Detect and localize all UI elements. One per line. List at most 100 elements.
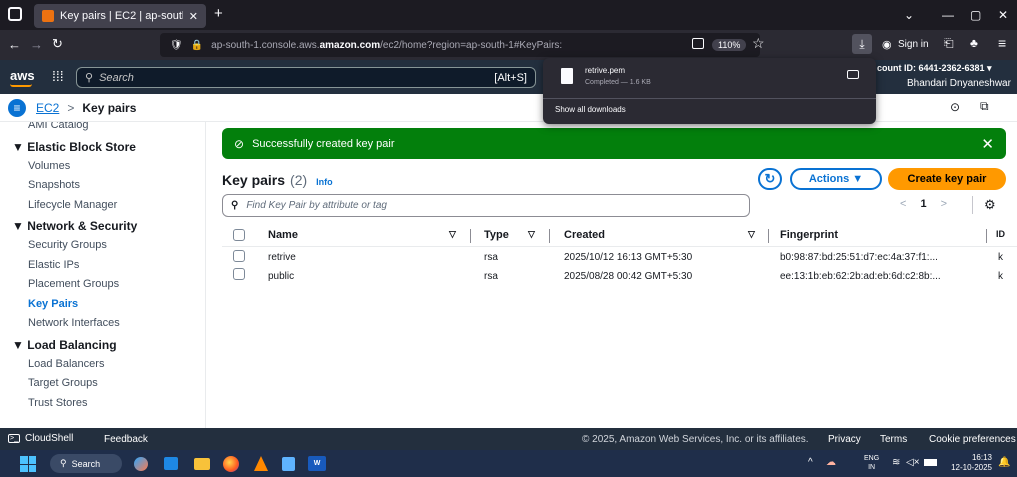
taskbar-search[interactable]: ⚲ Search	[50, 454, 122, 473]
row-checkbox[interactable]	[233, 250, 245, 262]
word-icon[interactable]: W	[308, 456, 326, 471]
column-divider[interactable]	[986, 229, 987, 243]
sidebar-item-ami-catalog[interactable]: AMI Catalog	[0, 122, 205, 136]
cookie-preferences-link[interactable]: Cookie preferences	[929, 434, 1016, 445]
column-header-fingerprint[interactable]: Fingerprint	[780, 229, 838, 241]
select-all-checkbox[interactable]	[233, 229, 245, 241]
user-name[interactable]: Bhandari Dnyaneshwar	[907, 78, 1011, 89]
breadcrumb-ec2-link[interactable]: EC2	[36, 101, 59, 115]
battery-icon[interactable]	[924, 459, 937, 466]
show-all-downloads-link[interactable]: Show all downloads	[555, 105, 626, 114]
close-window-icon[interactable]: ✕	[998, 8, 1008, 22]
refresh-button[interactable]: ↻	[758, 168, 782, 190]
key-pair-id: k	[998, 252, 1003, 263]
sidebar-item-key-pairs[interactable]: Key Pairs	[0, 295, 205, 315]
sidebar-item-network-interfaces[interactable]: Network Interfaces	[0, 314, 205, 334]
column-divider[interactable]	[470, 229, 471, 243]
privacy-link[interactable]: Privacy	[828, 434, 861, 445]
zoom-level[interactable]: 110%	[712, 39, 747, 51]
extensions-icon[interactable]: ⎗	[944, 36, 954, 51]
sort-created-icon[interactable]: ▽	[748, 229, 755, 240]
windows-start-icon[interactable]	[20, 456, 36, 472]
volume-icon[interactable]: ◁×	[906, 457, 920, 468]
find-key-pair-input[interactable]: ⚲ Find Key Pair by attribute or tag	[222, 194, 750, 217]
notifications-icon[interactable]: ⊙	[950, 100, 960, 114]
downloads-icon[interactable]: ⤓	[852, 34, 872, 54]
row-checkbox[interactable]	[233, 268, 245, 280]
sidebar-section-title[interactable]: ▼ Network & Security	[0, 215, 205, 236]
language-indicator[interactable]: ENG IN	[864, 454, 879, 472]
wifi-icon[interactable]: ≋	[892, 457, 900, 468]
maximize-window-icon[interactable]: ▢	[970, 8, 981, 22]
browser-tab-active[interactable]: Key pairs | EC2 | ap-south-1 ✕	[34, 4, 206, 28]
actions-dropdown-button[interactable]: Actions ▼	[790, 168, 882, 190]
column-header-created[interactable]: Created	[564, 229, 605, 241]
account-id[interactable]: count ID: 6441-2362-6381 ▾	[877, 63, 992, 74]
close-tab-icon[interactable]: ✕	[189, 10, 198, 23]
copilot-icon[interactable]	[134, 457, 148, 471]
customize-icon[interactable]: ♣	[970, 36, 978, 50]
reload-icon[interactable]: ↻	[52, 36, 63, 52]
sidebar-item-trust-stores[interactable]: Trust Stores	[0, 394, 205, 414]
column-divider[interactable]	[768, 229, 769, 243]
next-page-icon[interactable]: >	[941, 198, 947, 210]
app-menu-icon[interactable]: ≡	[998, 35, 1006, 51]
services-grid-icon[interactable]: ⁞⁞⁞	[52, 68, 64, 84]
minimize-window-icon[interactable]: —	[942, 8, 954, 22]
sidebar-item-security-groups[interactable]: Security Groups	[0, 236, 205, 256]
sidebar-section-title[interactable]: ▼ Load Balancing	[0, 334, 205, 355]
dismiss-flash-icon[interactable]: ✕	[981, 135, 994, 153]
sort-name-icon[interactable]: ▽	[449, 229, 456, 240]
clock[interactable]: 16:13 12-10-2025	[946, 453, 992, 473]
address-bar[interactable]: 🛡 🔒 ap-south-1.console.aws.amazon.com/ec…	[160, 33, 760, 57]
sidebar-item-volumes[interactable]: Volumes	[0, 157, 205, 177]
sidebar-item-load-balancers[interactable]: Load Balancers	[0, 355, 205, 375]
forward-icon[interactable]: →	[30, 37, 43, 52]
weather-icon[interactable]: ☁	[826, 457, 836, 468]
tools-panel-icon[interactable]: ⧉	[980, 99, 989, 114]
account-icon[interactable]: ◉	[882, 38, 892, 51]
back-icon[interactable]: ←	[8, 37, 21, 52]
list-tabs-icon[interactable]: ⌄	[904, 8, 914, 22]
firefox-icon[interactable]	[223, 456, 239, 472]
sidebar-item-target-groups[interactable]: Target Groups	[0, 374, 205, 394]
bookmark-star-icon[interactable]: ☆	[752, 35, 765, 52]
vlc-icon[interactable]	[254, 456, 268, 471]
notepad-icon[interactable]	[282, 457, 295, 471]
feedback-link[interactable]: Feedback	[104, 434, 148, 445]
notification-bell-icon[interactable]: 🔔	[998, 457, 1010, 468]
sign-in-button[interactable]: Sign in	[898, 39, 929, 50]
column-header-name[interactable]: Name	[268, 229, 298, 241]
sidebar-item-elastic-ips[interactable]: Elastic IPs	[0, 256, 205, 276]
cloudshell-button[interactable]: >_ CloudShell	[8, 433, 73, 444]
column-header-type[interactable]: Type	[484, 229, 509, 241]
column-divider[interactable]	[549, 229, 550, 243]
find-placeholder: Find Key Pair by attribute or tag	[246, 200, 387, 211]
shield-icon[interactable]: 🛡	[170, 40, 183, 51]
reader-view-icon[interactable]	[692, 38, 704, 49]
create-key-pair-button[interactable]: Create key pair	[888, 168, 1006, 190]
sidebar-item-snapshots[interactable]: Snapshots	[0, 176, 205, 196]
aws-search-input[interactable]: ⚲ Search [Alt+S]	[76, 67, 536, 88]
info-link[interactable]: Info	[316, 177, 333, 187]
aws-logo[interactable]: aws	[10, 68, 35, 83]
terms-link[interactable]: Terms	[880, 434, 907, 445]
tab-list-icon[interactable]	[8, 7, 22, 21]
sidebar-section-title[interactable]: ▼ Elastic Block Store	[0, 136, 205, 157]
sort-type-icon[interactable]: ▽	[528, 229, 535, 240]
show-hidden-icons-icon[interactable]: ^	[808, 457, 813, 468]
column-header-id[interactable]: ID	[996, 229, 1005, 239]
lock-icon[interactable]: 🔒	[191, 40, 203, 51]
key-pair-type: rsa	[484, 252, 498, 263]
sidebar-item-lifecycle-manager[interactable]: Lifecycle Manager	[0, 196, 205, 216]
hamburger-menu-icon[interactable]: ≡	[8, 99, 26, 117]
new-tab-button[interactable]: +	[214, 5, 223, 22]
download-item[interactable]: retrive.pem Completed — 1.6 KB	[547, 62, 872, 96]
store-icon[interactable]	[164, 457, 178, 470]
prev-page-icon[interactable]: <	[900, 198, 906, 210]
table-settings-icon[interactable]: ⚙	[984, 197, 996, 213]
file-explorer-icon[interactable]	[194, 458, 210, 470]
page-number[interactable]: 1	[920, 198, 926, 210]
sidebar-item-placement-groups[interactable]: Placement Groups	[0, 275, 205, 295]
open-folder-icon[interactable]	[847, 70, 859, 79]
